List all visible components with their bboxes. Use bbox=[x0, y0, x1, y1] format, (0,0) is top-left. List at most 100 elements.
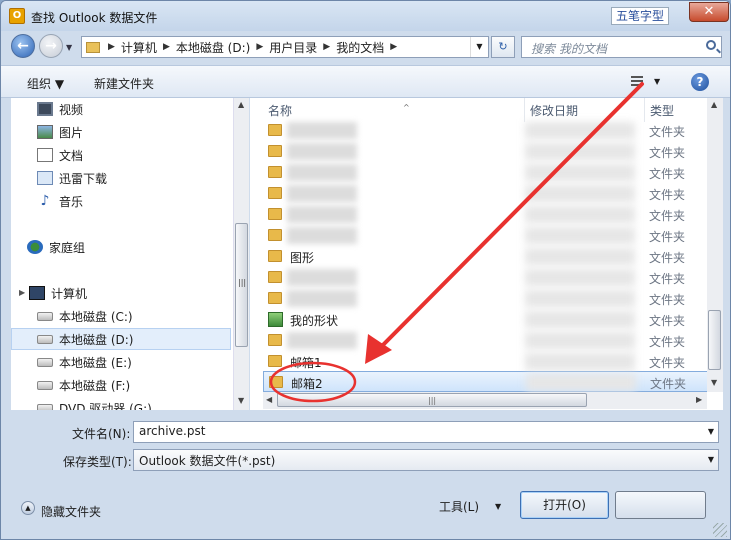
open-button[interactable]: 打开(O) bbox=[520, 491, 609, 519]
list-item[interactable]: 文件夹 bbox=[263, 225, 709, 246]
breadcrumb-separator[interactable]: ▶ bbox=[106, 42, 117, 52]
organize-menu[interactable]: 组织 ▼ bbox=[27, 75, 64, 92]
nav-item-videos[interactable]: 视频 bbox=[37, 98, 83, 120]
file-name: 邮箱2 bbox=[291, 377, 323, 391]
view-options-dropdown[interactable]: ▼ bbox=[654, 77, 660, 86]
file-type: 文件夹 bbox=[649, 125, 686, 139]
nav-item-label: 家庭组 bbox=[49, 240, 86, 255]
folder-icon bbox=[268, 250, 282, 262]
expand-computer-icon[interactable]: ▶ bbox=[19, 288, 25, 297]
search-icon[interactable] bbox=[706, 40, 716, 50]
redacted-date bbox=[525, 248, 635, 265]
cancel-button[interactable] bbox=[615, 491, 706, 519]
nav-item-drive-d[interactable]: 本地磁盘 (D:) bbox=[11, 328, 231, 350]
folder-icon bbox=[268, 334, 282, 346]
breadcrumb-separator[interactable]: ▶ bbox=[161, 42, 172, 52]
nav-item-dvd-drive[interactable]: DVD 驱动器 (G:) bbox=[37, 397, 152, 410]
nav-item-drive-c[interactable]: 本地磁盘 (C:) bbox=[37, 305, 133, 327]
navigation-pane-scrollbar[interactable]: ▲ ||| ▼ bbox=[233, 98, 249, 410]
folder-icon bbox=[268, 355, 282, 367]
list-item[interactable]: 图形 文件夹 bbox=[263, 246, 709, 267]
nav-item-label: 文档 bbox=[59, 148, 84, 163]
breadcrumb-separator[interactable]: ▶ bbox=[254, 42, 265, 52]
help-icon[interactable]: ? bbox=[691, 73, 709, 91]
hide-folders-button[interactable]: 隐藏文件夹 bbox=[41, 503, 101, 520]
search-input[interactable]: 搜索 我的文档 bbox=[521, 36, 722, 58]
redacted-name bbox=[287, 143, 357, 160]
scroll-down-arrow[interactable]: ▼ bbox=[238, 396, 244, 405]
scroll-up-arrow[interactable]: ▲ bbox=[711, 100, 717, 109]
list-item[interactable]: 文件夹 bbox=[263, 183, 709, 204]
nav-item-music[interactable]: ♪ 音乐 bbox=[37, 190, 83, 212]
redacted-date bbox=[525, 206, 635, 223]
view-options-icon[interactable] bbox=[631, 76, 643, 88]
redacted-date bbox=[525, 353, 635, 370]
list-item[interactable]: 文件夹 bbox=[263, 204, 709, 225]
breadcrumb-separator[interactable]: ▶ bbox=[321, 42, 332, 52]
list-item[interactable]: 文件夹 bbox=[263, 120, 709, 141]
recent-locations-dropdown[interactable]: ▼ bbox=[66, 43, 72, 52]
list-item[interactable]: 文件夹 bbox=[263, 162, 709, 183]
nav-item-drive-e[interactable]: 本地磁盘 (E:) bbox=[37, 351, 132, 373]
scroll-up-arrow[interactable]: ▲ bbox=[238, 100, 244, 109]
column-header-label: 名称 bbox=[268, 104, 293, 118]
folder-icon bbox=[268, 292, 282, 304]
scroll-right-arrow[interactable]: ▶ bbox=[696, 395, 702, 404]
list-item[interactable]: 我的形状 文件夹 bbox=[263, 309, 709, 330]
filename-input[interactable]: archive.pst ▼ bbox=[133, 421, 719, 443]
close-button[interactable]: ✕ bbox=[689, 2, 729, 22]
chevron-down-icon[interactable]: ▼ bbox=[708, 455, 714, 464]
redacted-name bbox=[287, 206, 357, 223]
column-header-date[interactable]: 修改日期 bbox=[525, 98, 645, 122]
redacted-name bbox=[287, 164, 357, 181]
chevron-down-icon[interactable]: ▼ bbox=[708, 427, 714, 436]
hide-folders-icon[interactable]: ▲ bbox=[21, 501, 35, 515]
save-type-select[interactable]: Outlook 数据文件(*.pst) ▼ bbox=[133, 449, 719, 471]
drive-icon bbox=[37, 334, 53, 344]
list-item[interactable]: 文件夹 bbox=[263, 141, 709, 162]
address-dropdown[interactable]: ▼ bbox=[470, 37, 488, 57]
address-bar[interactable]: ▶ 计算机 ▶ 本地磁盘 (D:) ▶ 用户目录 ▶ 我的文档 ▶ ▼ bbox=[81, 36, 489, 58]
redacted-name bbox=[287, 185, 357, 202]
nav-item-documents[interactable]: 文档 bbox=[37, 144, 83, 166]
breadcrumb-computer[interactable]: 计算机 bbox=[117, 39, 161, 56]
nav-item-pictures[interactable]: 图片 bbox=[37, 121, 83, 143]
file-list-vertical-scrollbar[interactable]: ▲ ▼ bbox=[707, 98, 723, 392]
list-item[interactable]: 邮箱1 文件夹 bbox=[263, 351, 709, 372]
refresh-button[interactable]: ↻ bbox=[491, 36, 515, 58]
scroll-down-arrow[interactable]: ▼ bbox=[711, 378, 717, 387]
nav-item-homegroup[interactable]: 家庭组 bbox=[27, 236, 85, 258]
tools-menu-button[interactable]: 工具(L) bbox=[439, 498, 479, 515]
forward-button[interactable]: → bbox=[39, 34, 63, 58]
nav-item-drive-f[interactable]: 本地磁盘 (F:) bbox=[37, 374, 130, 396]
file-list-horizontal-scrollbar[interactable]: ◀ ||| ▶ bbox=[263, 392, 707, 409]
list-item[interactable]: 文件夹 bbox=[263, 267, 709, 288]
column-header-name[interactable]: 名称 ^ bbox=[263, 98, 525, 122]
scrollbar-thumb[interactable] bbox=[708, 310, 721, 370]
folder-icon bbox=[86, 41, 100, 53]
dvd-icon bbox=[37, 403, 53, 410]
breadcrumb-user-directory[interactable]: 用户目录 bbox=[265, 39, 321, 56]
breadcrumb-drive-d[interactable]: 本地磁盘 (D:) bbox=[172, 39, 254, 56]
list-item[interactable]: 文件夹 bbox=[263, 288, 709, 309]
outlook-app-icon: O bbox=[9, 8, 25, 24]
column-header-type[interactable]: 类型 bbox=[645, 98, 715, 122]
breadcrumb-separator[interactable]: ▶ bbox=[388, 42, 399, 52]
chevron-down-icon[interactable]: ▼ bbox=[495, 502, 501, 511]
nav-item-label: 本地磁盘 (C:) bbox=[59, 309, 133, 324]
title-bar: O 查找 Outlook 数据文件 五笔字型 ✕ bbox=[1, 1, 730, 31]
list-item[interactable]: 文件夹 bbox=[263, 330, 709, 351]
filename-label: 文件名(N): bbox=[72, 427, 131, 441]
resize-grip[interactable] bbox=[713, 523, 727, 537]
nav-item-computer[interactable]: 计算机 bbox=[29, 282, 87, 304]
file-type: 文件夹 bbox=[649, 272, 686, 286]
new-folder-button[interactable]: 新建文件夹 bbox=[94, 75, 154, 92]
picture-icon bbox=[37, 125, 53, 139]
scroll-left-arrow[interactable]: ◀ bbox=[266, 395, 272, 404]
list-item-selected[interactable]: 邮箱2 文件夹 bbox=[263, 371, 709, 392]
nav-item-xunlei-downloads[interactable]: 迅雷下载 bbox=[37, 167, 107, 189]
scrollbar-thumb[interactable]: ||| bbox=[277, 393, 587, 407]
breadcrumb-my-documents[interactable]: 我的文档 bbox=[332, 39, 388, 56]
ime-indicator[interactable]: 五笔字型 bbox=[611, 7, 670, 25]
back-button[interactable]: ← bbox=[11, 34, 35, 58]
